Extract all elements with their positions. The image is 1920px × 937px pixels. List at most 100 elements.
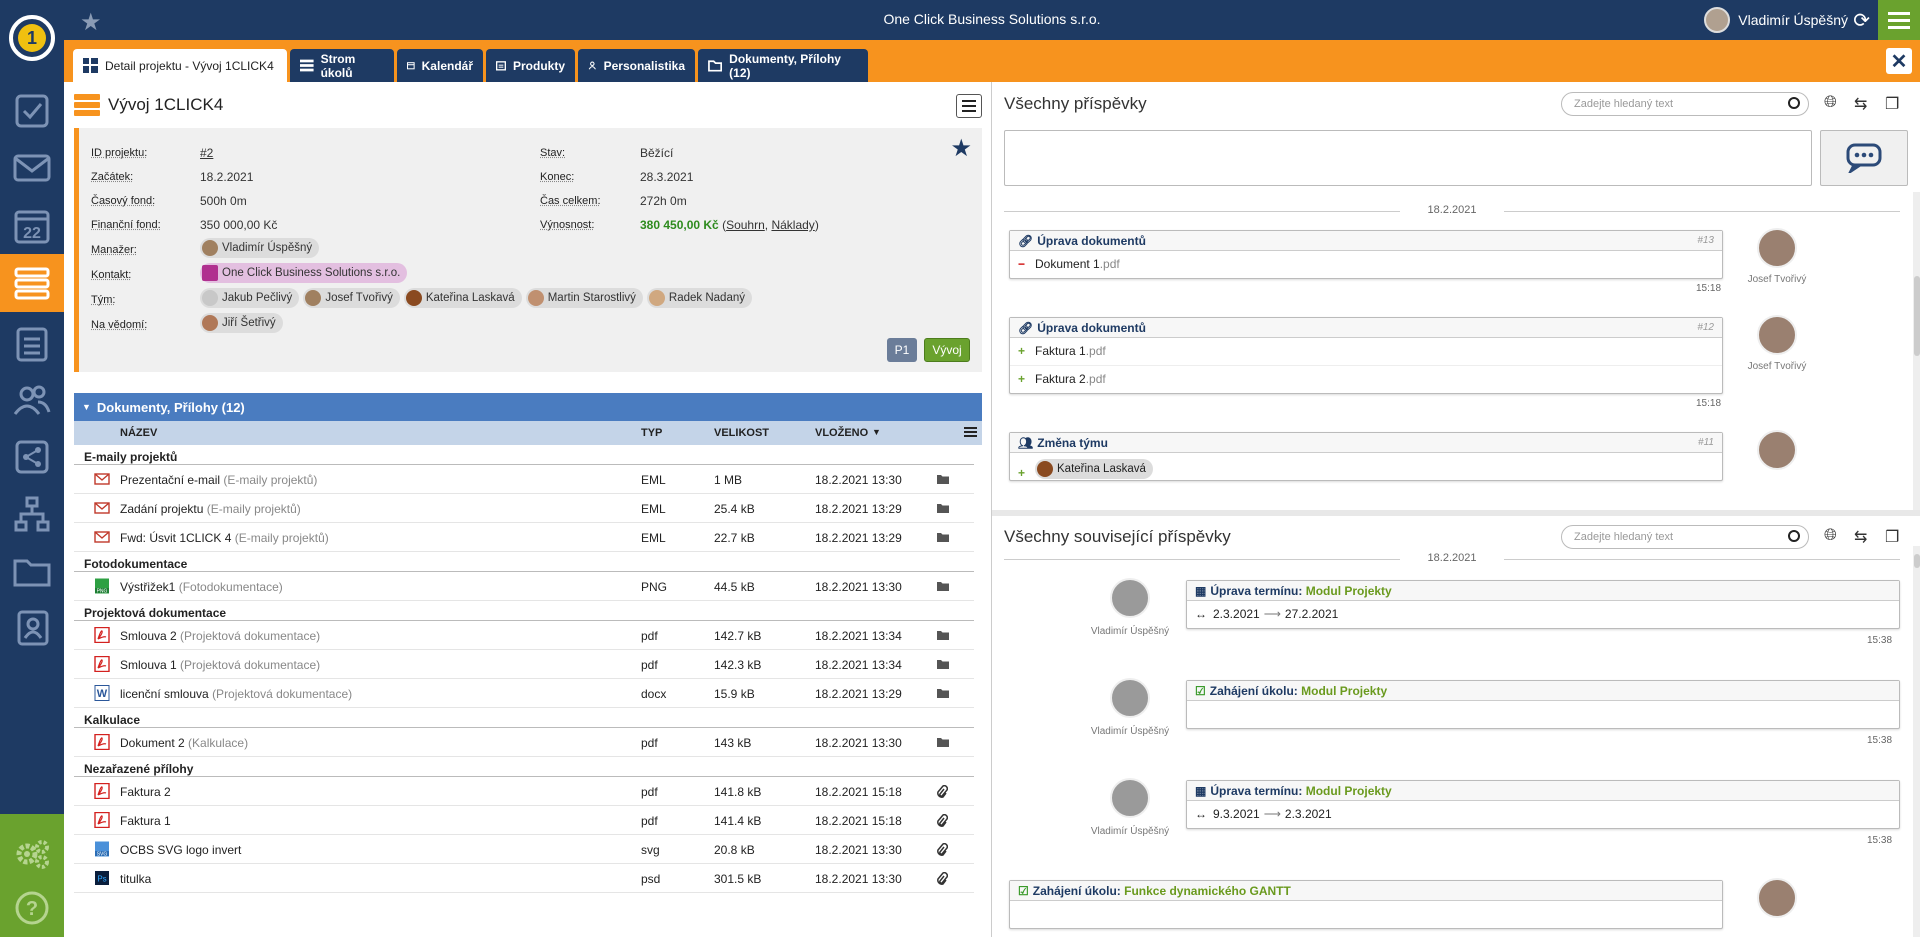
swap-arrows-icon[interactable]: ⇆ — [1854, 527, 1867, 547]
tab-documents[interactable]: Dokumenty, Přílohy (12) — [698, 49, 868, 82]
team-member-chip[interactable]: Radek Nadaný — [646, 288, 752, 308]
document-row[interactable]: Zadání projektu (E-maily projektů) EML 25.… — [74, 494, 974, 523]
paperclip-icon[interactable] — [936, 842, 949, 860]
settings-gear-icon[interactable] — [0, 826, 64, 882]
search-icon[interactable] — [1788, 97, 1800, 109]
document-row[interactable]: Smlouva 2 (Projektová dokumentace) pdf 142… — [74, 621, 974, 650]
paperclip-icon[interactable] — [936, 813, 949, 831]
document-name[interactable]: titulka — [120, 872, 151, 886]
org-chart-nav-icon[interactable] — [0, 486, 64, 542]
col-size[interactable]: VELIKOST — [714, 427, 769, 439]
document-row[interactable]: PNG Výstřižek1 (Fotodokumentace) PNG 44.5 k… — [74, 572, 974, 601]
swap-arrows-icon[interactable]: ⇆ — [1854, 94, 1867, 114]
related-post-card[interactable]: ☑ Zahájení úkolu: Modul Projekty — [1186, 680, 1900, 729]
contact-chip[interactable]: One Click Business Solutions s.r.o. — [200, 263, 411, 284]
folder-icon[interactable] — [936, 473, 950, 488]
phase-badge[interactable]: Vývoj — [924, 338, 970, 362]
document-name[interactable]: OCBS SVG logo invert — [120, 843, 241, 857]
refresh-icon[interactable]: ⟳ — [1853, 8, 1870, 33]
post-card[interactable]: 🔗︎ Úprava dokumentů #12 + Faktura 1.pdf + Fakt… — [1009, 317, 1723, 394]
author-avatar[interactable] — [1110, 578, 1150, 618]
post-card[interactable]: 👥︎ Změna týmu #11 + Kateřina Laskavá — [1009, 432, 1723, 481]
app-logo[interactable]: 1 — [0, 0, 64, 76]
document-row[interactable]: Dokument 2 (Kalkulace) pdf 143 kB 18.2.2021… — [74, 728, 974, 757]
tab-project-detail[interactable]: Detail projektu - Vývoj 1CLICK4 — [73, 49, 287, 82]
document-row[interactable]: Wlicenční smlouva (Projektová dokumentac… — [74, 679, 974, 708]
close-tab-icon[interactable]: ✕ — [1886, 48, 1912, 74]
send-post-button[interactable] — [1820, 130, 1908, 186]
related-post-card[interactable]: ▦ Úprava termínu: Modul Projekty ↔ 2.3.2021… — [1186, 580, 1900, 629]
document-name[interactable]: licenční smlouva — [120, 687, 209, 701]
document-name[interactable]: Faktura 2 — [120, 785, 171, 799]
document-row[interactable]: Prezentační e-mail (E-maily projektů) EML… — [74, 465, 974, 494]
cc-chip[interactable]: Jiří Šetřivý — [200, 313, 287, 334]
task-link[interactable]: Modul Projekty — [1306, 584, 1392, 598]
contacts-nav-icon[interactable] — [0, 600, 64, 656]
folder-icon[interactable] — [936, 736, 950, 751]
folder-icon[interactable] — [936, 531, 950, 546]
favorite-star-icon[interactable]: ★ — [950, 134, 972, 163]
tab-task-tree[interactable]: Strom úkolů — [290, 49, 394, 82]
comments-icon[interactable]: ❐ — [1885, 94, 1899, 114]
documents-header[interactable]: ▼ Dokumenty, Přílohy (12) — [74, 393, 982, 421]
task-link[interactable]: Funkce dynamického GANTT — [1124, 884, 1291, 898]
tab-calendar[interactable]: Kalendář — [397, 49, 483, 82]
yield-costs-link[interactable]: Náklady — [771, 218, 814, 232]
related-search-input[interactable]: Zadejte hledaný text — [1561, 525, 1809, 549]
file-name[interactable]: Dokument 1 — [1035, 257, 1100, 271]
folder-icon[interactable] — [936, 658, 950, 673]
author-avatar[interactable] — [1110, 678, 1150, 718]
comments-icon[interactable]: ❐ — [1885, 527, 1899, 547]
task-link[interactable]: Modul Projekty — [1306, 784, 1392, 798]
document-row[interactable]: Fwd: Úsvit 1CLICK 4 (E-maily projektů) EM… — [74, 523, 974, 552]
document-row[interactable]: Smlouva 1 (Projektová dokumentace) pdf 142… — [74, 650, 974, 679]
project-menu-button[interactable] — [956, 94, 982, 118]
post-card[interactable]: 🔗︎ Úprava dokumentů #13 − Dokument 1.pdf — [1009, 230, 1723, 279]
related-post-card[interactable]: ▦ Úprava termínu: Modul Projekty ↔ 9.3.2021… — [1186, 780, 1900, 829]
task-link[interactable]: Modul Projekty — [1301, 684, 1387, 698]
tab-products[interactable]: Produkty — [486, 49, 575, 82]
document-row[interactable]: Faktura 2 pdf 141.8 kB 18.2.2021 15:18 — [74, 777, 974, 806]
clipboard-nav-icon[interactable] — [0, 315, 64, 371]
columns-menu-icon[interactable] — [964, 426, 977, 441]
author-avatar[interactable] — [1110, 778, 1150, 818]
document-row[interactable]: SVG OCBS SVG logo invert svg 20.8 kB 18.2.2… — [74, 835, 974, 864]
col-date[interactable]: VLOŽENO — [815, 427, 868, 439]
help-icon[interactable]: ? — [0, 880, 64, 936]
folder-icon[interactable] — [936, 629, 950, 644]
col-name[interactable]: NÁZEV — [120, 427, 157, 439]
calendar-nav-icon[interactable]: 22 — [0, 197, 64, 253]
author-avatar[interactable] — [1757, 878, 1797, 918]
file-name[interactable]: Faktura 2 — [1035, 372, 1086, 386]
document-name[interactable]: Fwd: Úsvit 1CLICK 4 — [120, 531, 231, 545]
document-name[interactable]: Zadání projektu — [120, 502, 203, 516]
folder-icon[interactable] — [936, 687, 950, 702]
team-member-chip[interactable]: Kateřina Laskavá — [403, 288, 522, 308]
folder-icon[interactable] — [936, 502, 950, 517]
team-member-chip[interactable]: Josef Tvořivý — [303, 288, 400, 308]
document-name[interactable]: Faktura 1 — [120, 814, 171, 828]
new-post-input[interactable] — [1004, 130, 1812, 186]
col-type[interactable]: TYP — [641, 427, 662, 439]
paperclip-icon[interactable] — [936, 784, 949, 802]
mail-nav-icon[interactable] — [0, 140, 64, 196]
folder-nav-icon[interactable] — [0, 543, 64, 599]
people-nav-icon[interactable] — [0, 372, 64, 428]
search-icon[interactable] — [1788, 530, 1800, 542]
document-name[interactable]: Smlouva 2 — [120, 629, 177, 643]
team-member-chip[interactable]: Martin Starostlivý — [525, 288, 643, 308]
manager-chip[interactable]: Vladimír Úspěšný — [200, 238, 323, 259]
document-name[interactable]: Smlouva 1 — [120, 658, 177, 672]
document-name[interactable]: Dokument 2 — [120, 736, 185, 750]
yield-summary-link[interactable]: Souhrn — [726, 218, 765, 232]
document-name[interactable]: Prezentační e-mail — [120, 473, 220, 487]
file-name[interactable]: Faktura 1 — [1035, 344, 1086, 358]
user-menu[interactable]: Vladimír Úspěšný — [1704, 7, 1848, 33]
folder-icon[interactable] — [936, 580, 950, 595]
posts-scrollbar[interactable] — [1913, 192, 1920, 510]
author-avatar[interactable] — [1757, 228, 1797, 268]
tab-personnel[interactable]: Personalistika — [578, 49, 695, 82]
main-menu-hamburger-icon[interactable] — [1878, 0, 1920, 40]
priority-badge[interactable]: P1 — [887, 338, 917, 362]
document-name[interactable]: Výstřižek1 — [120, 580, 175, 594]
